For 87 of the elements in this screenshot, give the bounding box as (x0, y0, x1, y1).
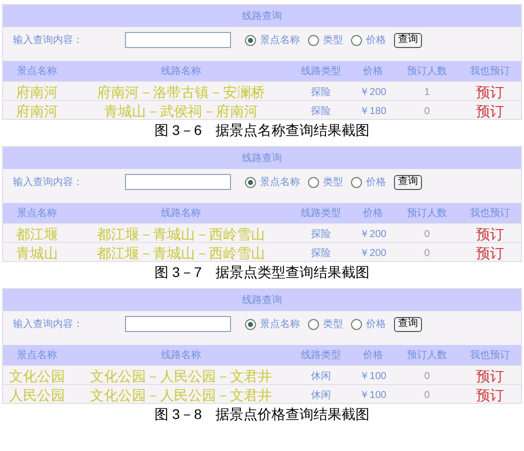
query-label: 输入查询内容： (12, 318, 84, 332)
table-cell-text: 探险 (311, 86, 331, 100)
radio-option[interactable]: 景点名称 (245, 174, 300, 190)
column-header: 景点名称 (16, 206, 58, 220)
column-header: 预订人数 (406, 64, 448, 78)
book-link[interactable]: 预订 (476, 82, 504, 103)
table-cell-text: 都江堰－青城山－西岭雪山 (97, 244, 265, 263)
radio-option[interactable]: 类型 (308, 32, 343, 48)
table-cell-text: 青城山－武侯祠－府南河 (104, 102, 258, 121)
table-cell-text: ￥100 (360, 389, 386, 403)
search-button[interactable]: 查询 (394, 174, 422, 190)
radio-option[interactable]: 景点名称 (245, 32, 300, 48)
table-cell-text: 文化公园－人民公园－文君井 (90, 367, 272, 386)
radio-option[interactable]: 价格 (351, 32, 386, 48)
column-header: 线路名称 (160, 206, 202, 220)
column-header: 我也预订 (469, 64, 511, 78)
table-cell-text: 0 (424, 247, 430, 261)
column-header: 线路类型 (300, 64, 342, 78)
query-input[interactable] (125, 174, 231, 190)
column-header: 我也预订 (469, 348, 511, 362)
radio-button[interactable] (245, 318, 256, 330)
table-cell-text: 人民公园 (9, 386, 65, 405)
search-button[interactable]: 查询 (394, 316, 422, 332)
panel-title: 线路查询 (3, 289, 521, 311)
book-link[interactable]: 预订 (476, 366, 504, 387)
radio-option[interactable]: 价格 (351, 174, 386, 190)
column-header: 景点名称 (16, 64, 58, 78)
panel-title: 线路查询 (3, 5, 521, 27)
column-header: 线路类型 (300, 348, 342, 362)
table-cell-text: 探险 (311, 105, 331, 119)
table-cell-text: 府南河 (16, 83, 58, 102)
figure-caption: 图 3－6 据景点名称查询结果截图 (153, 120, 371, 140)
radio-button[interactable] (308, 318, 319, 330)
column-header: 价格 (362, 206, 384, 220)
book-link[interactable]: 预订 (476, 243, 504, 264)
radio-button[interactable] (351, 318, 362, 330)
radio-option[interactable]: 景点名称 (245, 316, 300, 332)
table-cell-text: 府南河 (16, 102, 58, 121)
column-header: 预订人数 (406, 348, 448, 362)
table-cell-text: 文化公园 (9, 367, 65, 386)
table-cell-text: 1 (424, 86, 430, 100)
table-cell-text: 府南河－洛带古镇－安澜桥 (97, 83, 265, 102)
column-header: 价格 (362, 64, 384, 78)
book-link[interactable]: 预订 (476, 224, 504, 245)
query-label: 输入查询内容： (12, 176, 84, 190)
table-cell-text: ￥100 (360, 370, 386, 384)
radio-option[interactable]: 类型 (308, 316, 343, 332)
table-cell-text: 探险 (311, 247, 331, 261)
radio-button[interactable] (245, 176, 256, 188)
table-cell-text: 休闲 (311, 370, 331, 384)
table-cell-text: 0 (424, 370, 430, 384)
table-cell-text: 休闲 (311, 389, 331, 403)
radio-button[interactable] (351, 176, 362, 188)
figure-caption: 图 3－8 据景点价格查询结果截图 (153, 404, 371, 424)
table-cell-text: 0 (424, 228, 430, 242)
table-cell-text: ￥180 (360, 105, 386, 119)
query-label: 输入查询内容： (12, 34, 84, 48)
column-header: 预订人数 (406, 206, 448, 220)
figure-caption: 图 3－7 据景点类型查询结果截图 (153, 262, 371, 282)
table-cell-text: ￥200 (360, 86, 386, 100)
table-cell-text: 探险 (311, 228, 331, 242)
radio-button[interactable] (245, 34, 256, 46)
query-input[interactable] (125, 316, 231, 332)
table-cell-text: 0 (424, 389, 430, 403)
table-cell-text: 青城山 (16, 244, 58, 263)
book-link[interactable]: 预订 (476, 385, 504, 406)
query-input[interactable] (125, 32, 231, 48)
column-header: 线路名称 (160, 64, 202, 78)
radio-option[interactable]: 价格 (351, 316, 386, 332)
table-cell-text: ￥200 (360, 247, 386, 261)
radio-button[interactable] (308, 176, 319, 188)
column-header: 线路名称 (160, 348, 202, 362)
column-header: 价格 (362, 348, 384, 362)
table-cell-text: 0 (424, 105, 430, 119)
book-link[interactable]: 预订 (476, 101, 504, 122)
table-cell-text: 都江堰 (16, 225, 58, 244)
radio-option[interactable]: 类型 (308, 174, 343, 190)
column-header: 线路类型 (300, 206, 342, 220)
radio-button[interactable] (351, 34, 362, 46)
radio-button[interactable] (308, 34, 319, 46)
panel-title: 线路查询 (3, 147, 521, 169)
table-cell-text: 都江堰－青城山－西岭雪山 (97, 225, 265, 244)
column-header: 景点名称 (16, 348, 58, 362)
column-header: 我也预订 (469, 206, 511, 220)
table-cell-text: ￥200 (360, 228, 386, 242)
search-button[interactable]: 查询 (394, 32, 422, 48)
table-cell-text: 文化公园－人民公园－文君井 (90, 386, 272, 405)
